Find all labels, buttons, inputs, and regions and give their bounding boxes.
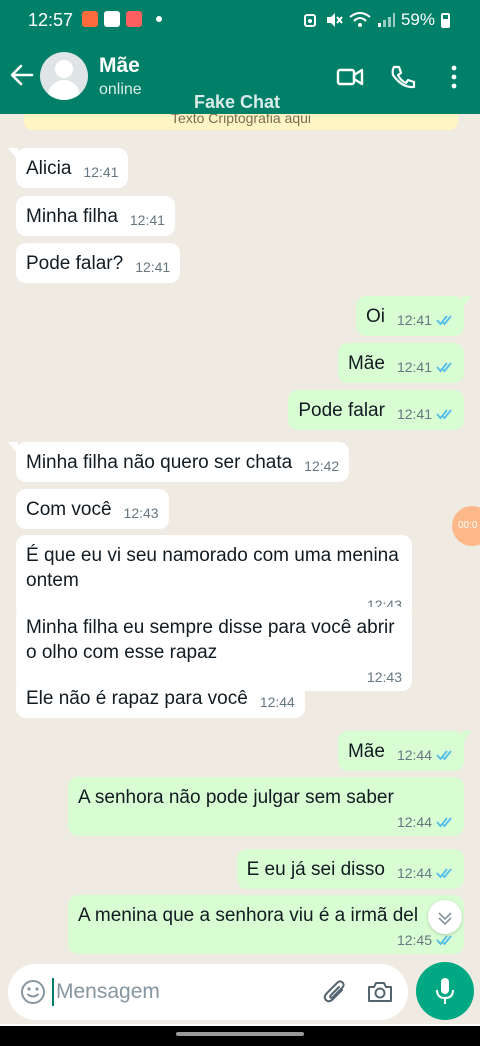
wifi-icon — [349, 12, 371, 27]
message-time: 12:41 — [397, 359, 454, 375]
encryption-notice[interactable]: Texto Criptografia aqui — [24, 114, 458, 130]
message-text: Pode falar — [298, 400, 385, 421]
message-time: 12:45 — [78, 932, 454, 948]
message-bubble-incoming[interactable]: Minha filha 12:41 — [16, 196, 175, 236]
avatar[interactable] — [40, 52, 88, 100]
message-time: 12:43 — [123, 505, 159, 521]
more-options-icon[interactable] — [440, 64, 468, 90]
message-bubble-outgoing[interactable]: E eu já sei disso 12:44 — [236, 849, 464, 889]
message-bubble-outgoing[interactable]: Pode falar 12:41 — [288, 390, 464, 430]
read-ticks-icon — [436, 750, 452, 761]
status-right: 59% — [301, 10, 450, 30]
message-time: 12:41 — [129, 212, 165, 228]
message-time: 12:42 — [304, 458, 340, 474]
text-cursor — [52, 978, 54, 1006]
battery-icon — [441, 12, 450, 28]
message-bubble-outgoing[interactable]: Mãe 12:41 — [337, 343, 464, 383]
camera-icon[interactable] — [366, 979, 394, 1005]
watermark: Fake Chat — [194, 92, 281, 112]
video-call-icon[interactable] — [336, 64, 364, 90]
message-text: Ele não é rapaz para você — [26, 688, 248, 709]
read-ticks-icon — [436, 409, 452, 420]
message-bubble-incoming[interactable]: Pode falar? 12:41 — [16, 243, 181, 283]
read-ticks-icon — [436, 868, 452, 879]
message-text: Mãe — [347, 353, 385, 374]
voice-message-button[interactable] — [416, 962, 474, 1020]
message-text: Com você — [26, 499, 112, 520]
message-bubble-outgoing[interactable]: Mãe 12:44 — [337, 731, 473, 771]
avatar-body — [48, 80, 80, 100]
home-gesture-handle[interactable] — [176, 1032, 304, 1036]
floating-recorder-badge[interactable]: 00:0 — [452, 506, 480, 546]
read-ticks-icon — [436, 362, 452, 373]
chat-screen: 12:57 59% Mãe online Fake Chat Texto Cri… — [0, 0, 480, 1046]
read-ticks-icon — [436, 817, 452, 828]
system-nav-bar — [0, 1026, 480, 1046]
app-icon — [126, 11, 142, 27]
status-bar: 12:57 59% — [0, 0, 480, 42]
message-text: Minha filha — [26, 206, 118, 227]
alarm-icon — [303, 14, 316, 27]
message-time: 12:41 — [397, 406, 454, 422]
message-bubble-outgoing[interactable]: A menina que a senhora viu é a irmã del 1… — [68, 895, 464, 954]
message-text: Alicia — [26, 158, 72, 179]
microphone-icon — [436, 978, 454, 1004]
message-time: 12:41 — [397, 312, 454, 328]
message-bubble-outgoing[interactable]: Oi 12:41 — [355, 296, 473, 336]
read-ticks-icon — [436, 315, 452, 326]
message-text: É que eu vi seu namorado com uma menina … — [26, 545, 399, 591]
message-text: Mãe — [347, 741, 385, 762]
status-app-icons — [82, 11, 162, 27]
message-text: E eu já sei disso — [246, 859, 385, 880]
read-ticks-icon — [436, 935, 452, 946]
composer-bar — [0, 960, 480, 1026]
signal-icon — [377, 13, 395, 27]
message-time: 12:44 — [78, 814, 454, 830]
video-app-icon — [82, 11, 98, 27]
message-text: Pode falar? — [26, 253, 124, 274]
message-composer[interactable] — [8, 964, 408, 1020]
voice-call-icon[interactable] — [389, 64, 417, 90]
chat-header: Mãe online Fake Chat — [0, 42, 480, 114]
message-time: 12:41 — [135, 259, 171, 275]
contact-name[interactable]: Mãe — [99, 54, 140, 78]
message-bubble-incoming[interactable]: Com você 12:43 — [16, 489, 169, 529]
message-list[interactable]: Texto Criptografia aqui Alicia 12:41 Minh… — [0, 114, 480, 960]
battery-percent: 59% — [400, 10, 435, 29]
message-input[interactable] — [56, 974, 306, 1010]
message-text: A senhora não pode julgar sem saber — [78, 787, 394, 808]
message-bubble-incoming[interactable]: Alicia 12:41 — [7, 148, 129, 188]
message-text: Minha filha não quero ser chata — [26, 452, 293, 473]
message-time: 12:44 — [397, 747, 454, 763]
message-bubble-incoming[interactable]: Minha filha não quero ser chata 12:42 — [7, 442, 350, 482]
contact-status: online — [99, 81, 142, 98]
message-text: Minha filha eu sempre disse para você ab… — [26, 617, 395, 663]
message-text: A menina que a senhora viu é a irmã del — [78, 905, 419, 926]
message-text: Oi — [365, 306, 385, 327]
status-time: 12:57 — [28, 10, 74, 30]
message-time: 12:41 — [83, 164, 119, 180]
notification-dot-icon — [156, 16, 162, 22]
mute-icon — [326, 13, 343, 27]
attach-icon[interactable] — [322, 978, 348, 1006]
message-time: 12:44 — [397, 865, 454, 881]
emoji-icon[interactable] — [20, 979, 46, 1005]
scroll-down-icon[interactable] — [428, 900, 462, 934]
avatar-head — [55, 60, 73, 78]
back-arrow-icon[interactable] — [8, 62, 34, 88]
message-time: 12:44 — [259, 694, 295, 710]
message-bubble-incoming[interactable]: Ele não é rapaz para você 12:44 — [16, 678, 305, 718]
message-bubble-outgoing[interactable]: A senhora não pode julgar sem saber 12:44 — [68, 777, 464, 836]
play-app-icon — [104, 11, 120, 27]
